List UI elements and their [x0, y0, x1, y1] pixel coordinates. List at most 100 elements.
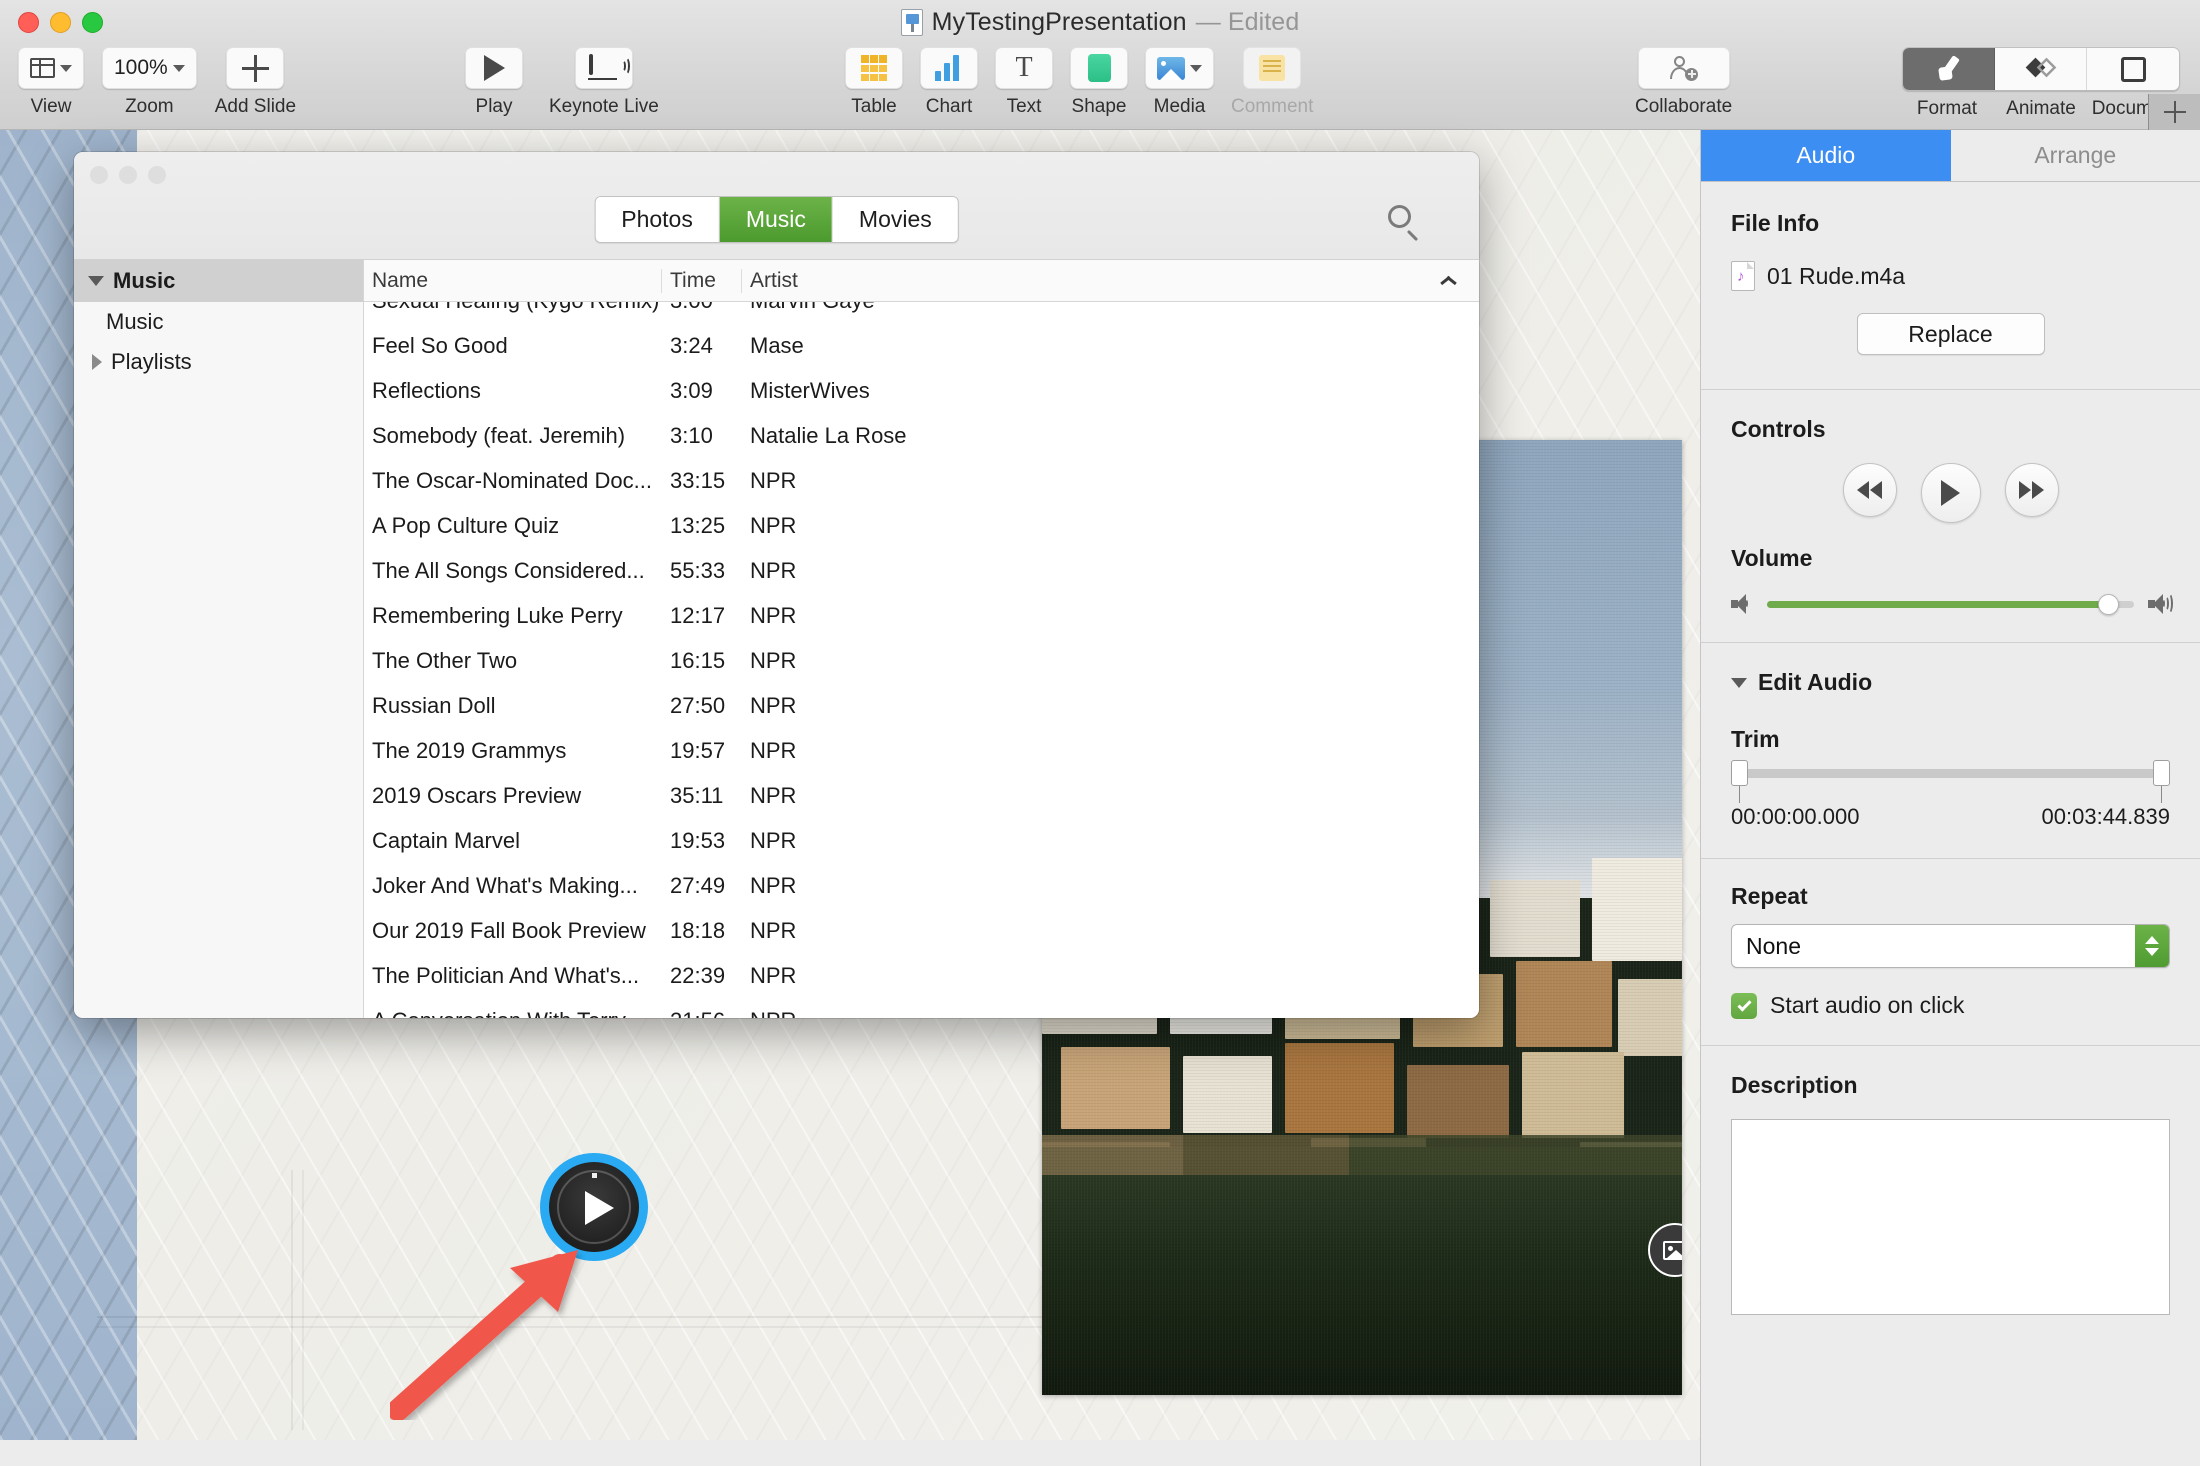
collaborate-button[interactable]: Collaborate	[1635, 47, 1732, 118]
description-textarea[interactable]	[1731, 1119, 2170, 1315]
track-artist: MisterWives	[750, 377, 870, 403]
insert-table-button[interactable]: Table	[845, 47, 903, 118]
track-artist: NPR	[750, 512, 797, 538]
table-row[interactable]: The Other Two 16:15 NPR	[364, 638, 1479, 683]
table-row[interactable]: The Oscar-Nominated Doc... 33:15 NPR	[364, 458, 1479, 503]
table-row[interactable]: Captain Marvel 19:53 NPR	[364, 818, 1479, 863]
table-row[interactable]: Somebody (feat. Jeremih) 3:10 Natalie La R…	[364, 413, 1479, 458]
audio-file-icon	[1731, 261, 1755, 291]
tab-arrange[interactable]: Arrange	[1950, 130, 2200, 181]
add-tab-button[interactable]	[2148, 94, 2200, 130]
close-media-browser-button[interactable]	[90, 166, 108, 184]
audio-file-name: 01 Rude.m4a	[1767, 262, 1906, 289]
volume-knob[interactable]	[2098, 593, 2120, 615]
track-list[interactable]: Sexual Healing (Kygo Remix)3:00Marvin Ga…	[364, 302, 1479, 1018]
play-icon	[1941, 480, 1960, 506]
track-time: 3:09	[670, 377, 713, 403]
search-icon[interactable]	[1387, 204, 1421, 242]
play-button[interactable]	[1920, 463, 1981, 523]
shape-label: Shape	[1071, 96, 1127, 117]
table-row[interactable]: A Pop Culture Quiz 13:25 NPR	[364, 503, 1479, 548]
view-button[interactable]: View	[18, 47, 84, 118]
table-row[interactable]: The 2019 Grammys 19:57 NPR	[364, 728, 1479, 773]
chevron-down-icon	[60, 64, 72, 72]
play-button[interactable]: Play	[465, 47, 523, 118]
table-row[interactable]: Remembering Luke Perry 12:17 NPR	[364, 593, 1479, 638]
zoom-button[interactable]: 100% Zoom	[102, 47, 197, 118]
tab-music[interactable]: Music	[719, 197, 833, 242]
view-label: View	[30, 96, 72, 117]
tab-animate[interactable]	[1995, 48, 2087, 90]
edit-audio-heading: Edit Audio	[1758, 669, 1873, 695]
media-browser-window[interactable]: Photos Music Movies Music Music Playlist…	[74, 152, 1479, 1018]
stepper-icon[interactable]	[2135, 925, 2169, 967]
table-row[interactable]: Russian Doll 27:50 NPR	[364, 683, 1479, 728]
volume-slider-row[interactable]	[1731, 593, 2173, 615]
sidebar-section-music[interactable]: Music	[74, 260, 363, 302]
fast-forward-button[interactable]	[2004, 463, 2059, 517]
replace-button[interactable]: Replace	[1856, 313, 2045, 355]
trim-end-handle[interactable]	[2153, 760, 2170, 803]
table-row[interactable]: Joker And What's Making... 27:49 NPR	[364, 863, 1479, 908]
volume-track[interactable]	[1767, 593, 2134, 615]
rewind-button[interactable]	[1842, 463, 1897, 517]
insert-text-button[interactable]: T Text	[995, 47, 1053, 118]
track-name: Russian Doll	[372, 692, 496, 718]
track-name: The All Songs Considered...	[372, 557, 645, 583]
column-header-artist[interactable]: Artist	[742, 269, 1479, 293]
keynote-live-button[interactable]: Keynote Live	[549, 47, 659, 118]
insert-shape-button[interactable]: Shape	[1070, 47, 1128, 118]
table-row[interactable]: Sexual Healing (Kygo Remix)3:00Marvin Ga…	[364, 302, 1479, 323]
text-label: Text	[1006, 96, 1042, 117]
table-grid-icon	[861, 55, 887, 81]
table-row[interactable]: A Conversation With Terry...21:56NPR	[364, 998, 1479, 1019]
sidebar-section-label: Music	[113, 268, 176, 293]
trim-slider[interactable]	[1731, 760, 2170, 803]
table-row[interactable]: Reflections 3:09 MisterWives	[364, 368, 1479, 413]
table-row[interactable]: 2019 Oscars Preview 35:11 NPR	[364, 773, 1479, 818]
media-browser-titlebar: Photos Music Movies	[74, 152, 1479, 260]
trim-time-values: 00:00:00.000 00:03:44.839	[1731, 804, 2170, 830]
zoom-value: 100%	[114, 56, 168, 79]
column-header-name[interactable]: Name	[364, 268, 662, 293]
table-row[interactable]: Our 2019 Fall Book Preview 18:18 NPR	[364, 908, 1479, 953]
maximize-media-browser-button[interactable]	[148, 166, 166, 184]
animate-label: Animate	[2006, 98, 2076, 119]
tab-audio[interactable]: Audio	[1701, 130, 1951, 181]
track-time: 27:49	[670, 872, 726, 898]
toolbar-play-group: Play Keynote Live	[465, 47, 659, 118]
edit-audio-disclosure[interactable]: Edit Audio	[1731, 669, 2170, 696]
minimize-media-browser-button[interactable]	[119, 166, 137, 184]
table-row[interactable]: The Politician And What's... 22:39 NPR	[364, 953, 1479, 998]
track-name: Our 2019 Fall Book Preview	[372, 917, 646, 943]
table-row[interactable]: The All Songs Considered... 55:33 NPR	[364, 548, 1479, 593]
table-row[interactable]: Feel So Good 3:24 Mase	[364, 323, 1479, 368]
track-time: 3:24	[670, 332, 713, 358]
media-browser-track-table: Name Time Artist Sexual Healing (Kygo Re…	[364, 260, 1479, 1018]
track-time: 13:25	[670, 512, 726, 538]
repeat-dropdown[interactable]: None	[1731, 924, 2170, 968]
tab-photos[interactable]: Photos	[595, 197, 720, 242]
insert-media-button[interactable]: Media	[1145, 47, 1214, 118]
file-info-heading: File Info	[1731, 210, 1820, 236]
chevron-down-icon	[88, 276, 104, 286]
tab-document[interactable]	[2087, 48, 2179, 90]
sidebar-item-playlists[interactable]: Playlists	[74, 342, 363, 382]
add-slide-button[interactable]: Add Slide	[215, 47, 296, 118]
sidebar-item-music[interactable]: Music	[74, 302, 363, 342]
track-time: 3:00	[662, 302, 742, 314]
start-audio-on-click-checkbox[interactable]: Start audio on click	[1731, 992, 2170, 1019]
inspector-content: File Info 01 Rude.m4a Replace Controls V…	[1701, 182, 2200, 1315]
tab-format[interactable]	[1903, 48, 1995, 90]
track-name: The Oscar-Nominated Doc...	[372, 467, 652, 493]
track-artist: NPR	[750, 602, 797, 628]
trim-start-handle[interactable]	[1731, 760, 1748, 803]
audio-play-object[interactable]	[540, 1153, 648, 1261]
track-time: 3:10	[670, 422, 713, 448]
column-header-time[interactable]: Time	[662, 268, 742, 293]
audio-progress-dot	[592, 1173, 597, 1178]
media-label: Media	[1153, 96, 1206, 117]
insert-chart-button[interactable]: Chart	[920, 47, 978, 118]
tab-movies[interactable]: Movies	[832, 197, 958, 242]
speaker-low-icon	[1731, 594, 1753, 614]
